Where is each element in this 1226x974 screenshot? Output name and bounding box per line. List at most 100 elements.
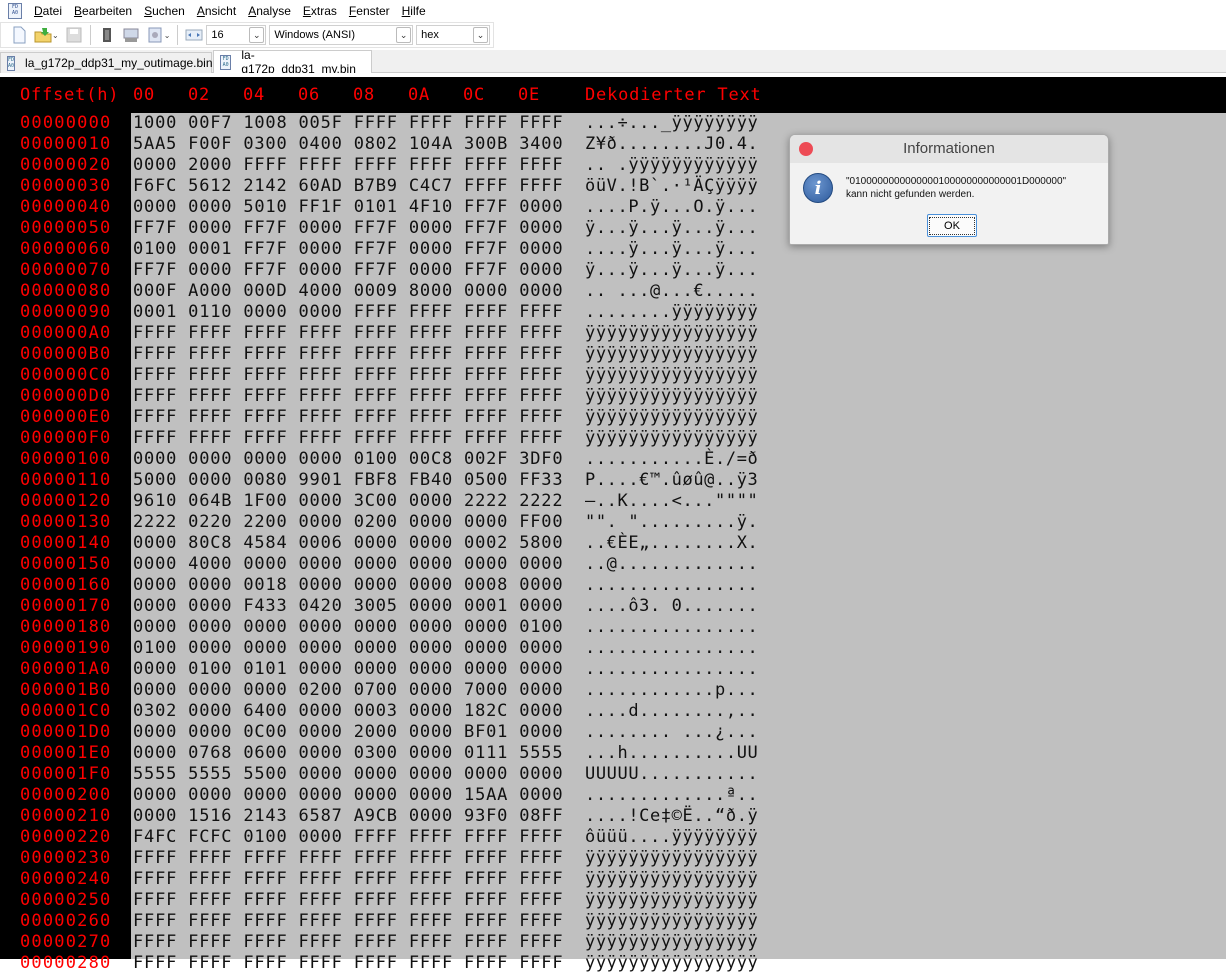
row-hex-bytes[interactable]: FFFF FFFF FFFF FFFF FFFF FFFF FFFF FFFF bbox=[133, 386, 563, 407]
row-hex-bytes[interactable]: F6FC 5612 2142 60AD B7B9 C4C7 FFFF FFFF bbox=[133, 176, 563, 197]
row-decoded-text[interactable]: ...........È./=ð bbox=[585, 449, 758, 470]
row-decoded-text[interactable]: UUUUU........... bbox=[585, 764, 758, 785]
row-hex-bytes[interactable]: 1000 00F7 1008 005F FFFF FFFF FFFF FFFF bbox=[133, 113, 563, 134]
row-decoded-text[interactable]: ..@............. bbox=[585, 554, 758, 575]
row-decoded-text[interactable]: ....ô3. 0....... bbox=[585, 596, 758, 617]
row-decoded-text[interactable]: ........ÿÿÿÿÿÿÿÿ bbox=[585, 302, 758, 323]
row-decoded-text[interactable]: ÿ...ÿ...ÿ...ÿ... bbox=[585, 218, 758, 239]
chevron-down-icon[interactable]: ⌄ bbox=[249, 27, 265, 43]
row-decoded-text[interactable]: ...÷..._ÿÿÿÿÿÿÿÿ bbox=[585, 113, 758, 134]
row-hex-bytes[interactable]: 0000 80C8 4584 0006 0000 0000 0002 5800 bbox=[133, 533, 563, 554]
row-decoded-text[interactable]: ................ bbox=[585, 617, 758, 638]
row-hex-bytes[interactable]: 0000 0000 F433 0420 3005 0000 0001 0000 bbox=[133, 596, 563, 617]
bytes-per-row-select[interactable]: 16 ⌄ bbox=[206, 25, 267, 45]
row-decoded-text[interactable]: ................ bbox=[585, 659, 758, 680]
row-decoded-text[interactable]: ....!Ce‡©Ë..“ð.ÿ bbox=[585, 806, 758, 827]
row-hex-bytes[interactable]: 9610 064B 1F00 0000 3C00 0000 2222 2222 bbox=[133, 491, 563, 512]
row-decoded-text[interactable]: ........ ...¿... bbox=[585, 722, 758, 743]
tab-my-bin[interactable]: FD A0 la-g172p_ddp31_my.bin bbox=[213, 48, 372, 76]
row-decoded-text[interactable]: ÿÿÿÿÿÿÿÿÿÿÿÿÿÿÿÿ bbox=[585, 848, 758, 869]
row-hex-bytes[interactable]: FFFF FFFF FFFF FFFF FFFF FFFF FFFF FFFF bbox=[133, 911, 563, 932]
row-decoded-text[interactable]: ................ bbox=[585, 638, 758, 659]
menu-analyse[interactable]: Analyse bbox=[242, 4, 297, 18]
chevron-down-icon[interactable]: ⌄ bbox=[52, 31, 59, 40]
row-hex-bytes[interactable]: FF7F 0000 FF7F 0000 FF7F 0000 FF7F 0000 bbox=[133, 218, 563, 239]
chevron-down-icon[interactable]: ⌄ bbox=[164, 31, 171, 40]
row-hex-bytes[interactable]: FFFF FFFF FFFF FFFF FFFF FFFF FFFF FFFF bbox=[133, 869, 563, 890]
row-decoded-text[interactable]: .. ...@...€..... bbox=[585, 281, 758, 302]
open-folder-icon[interactable] bbox=[34, 26, 52, 44]
close-button[interactable] bbox=[799, 142, 813, 156]
row-decoded-text[interactable]: ÿÿÿÿÿÿÿÿÿÿÿÿÿÿÿÿ bbox=[585, 953, 758, 974]
row-decoded-text[interactable]: ....P.ÿ...O.ÿ... bbox=[585, 197, 758, 218]
row-decoded-text[interactable]: Z¥ð........J0.4. bbox=[585, 134, 758, 155]
row-hex-bytes[interactable]: 0000 0000 0018 0000 0000 0000 0008 0000 bbox=[133, 575, 563, 596]
row-hex-bytes[interactable]: 000F A000 000D 4000 0009 8000 0000 0000 bbox=[133, 281, 563, 302]
row-hex-bytes[interactable]: 0000 0000 0000 0000 0000 0000 15AA 0000 bbox=[133, 785, 563, 806]
menu-fenster[interactable]: Fenster bbox=[343, 4, 396, 18]
row-hex-bytes[interactable]: 0000 0100 0101 0000 0000 0000 0000 0000 bbox=[133, 659, 563, 680]
row-decoded-text[interactable]: "". ".........ÿ. bbox=[585, 512, 758, 533]
row-decoded-text[interactable]: ÿÿÿÿÿÿÿÿÿÿÿÿÿÿÿÿ bbox=[585, 407, 758, 428]
row-hex-bytes[interactable]: FFFF FFFF FFFF FFFF FFFF FFFF FFFF FFFF bbox=[133, 953, 563, 974]
chevron-down-icon[interactable]: ⌄ bbox=[473, 27, 488, 43]
row-hex-bytes[interactable]: 0000 2000 FFFF FFFF FFFF FFFF FFFF FFFF bbox=[133, 155, 563, 176]
row-hex-bytes[interactable]: 0000 0000 0C00 0000 2000 0000 BF01 0000 bbox=[133, 722, 563, 743]
row-hex-bytes[interactable]: 0001 0110 0000 0000 FFFF FFFF FFFF FFFF bbox=[133, 302, 563, 323]
row-decoded-text[interactable]: ÿÿÿÿÿÿÿÿÿÿÿÿÿÿÿÿ bbox=[585, 344, 758, 365]
menu-hilfe[interactable]: Hilfe bbox=[396, 4, 432, 18]
row-decoded-text[interactable]: .. .ÿÿÿÿÿÿÿÿÿÿÿÿ bbox=[585, 155, 758, 176]
ok-button[interactable]: OK bbox=[927, 214, 977, 237]
menu-datei[interactable]: Datei bbox=[28, 4, 68, 18]
row-hex-bytes[interactable]: FFFF FFFF FFFF FFFF FFFF FFFF FFFF FFFF bbox=[133, 407, 563, 428]
row-decoded-text[interactable]: ÿÿÿÿÿÿÿÿÿÿÿÿÿÿÿÿ bbox=[585, 365, 758, 386]
row-hex-bytes[interactable]: 0000 0000 0000 0200 0700 0000 7000 0000 bbox=[133, 680, 563, 701]
row-decoded-text[interactable]: ÿÿÿÿÿÿÿÿÿÿÿÿÿÿÿÿ bbox=[585, 386, 758, 407]
row-hex-bytes[interactable]: FFFF FFFF FFFF FFFF FFFF FFFF FFFF FFFF bbox=[133, 365, 563, 386]
row-hex-bytes[interactable]: 5000 0000 0080 9901 FBF8 FB40 0500 FF33 bbox=[133, 470, 563, 491]
row-hex-bytes[interactable]: FFFF FFFF FFFF FFFF FFFF FFFF FFFF FFFF bbox=[133, 344, 563, 365]
row-decoded-text[interactable]: ..€ÈE„........X. bbox=[585, 533, 758, 554]
row-decoded-text[interactable]: ÿÿÿÿÿÿÿÿÿÿÿÿÿÿÿÿ bbox=[585, 911, 758, 932]
charset-select[interactable]: Windows (ANSI) ⌄ bbox=[269, 25, 414, 45]
menu-ansicht[interactable]: Ansicht bbox=[191, 4, 242, 18]
row-decoded-text[interactable]: ÿÿÿÿÿÿÿÿÿÿÿÿÿÿÿÿ bbox=[585, 323, 758, 344]
row-decoded-text[interactable]: ÿÿÿÿÿÿÿÿÿÿÿÿÿÿÿÿ bbox=[585, 428, 758, 449]
row-hex-bytes[interactable]: FFFF FFFF FFFF FFFF FFFF FFFF FFFF FFFF bbox=[133, 890, 563, 911]
row-decoded-text[interactable]: öüV.!B`.·¹ÄÇÿÿÿÿ bbox=[585, 176, 758, 197]
row-decoded-text[interactable]: ÿÿÿÿÿÿÿÿÿÿÿÿÿÿÿÿ bbox=[585, 869, 758, 890]
row-hex-bytes[interactable]: FFFF FFFF FFFF FFFF FFFF FFFF FFFF FFFF bbox=[133, 848, 563, 869]
row-decoded-text[interactable]: ....ÿ...ÿ...ÿ... bbox=[585, 239, 758, 260]
row-decoded-text[interactable]: ÿÿÿÿÿÿÿÿÿÿÿÿÿÿÿÿ bbox=[585, 890, 758, 911]
row-hex-bytes[interactable]: 0000 0000 0000 0000 0000 0000 0000 0100 bbox=[133, 617, 563, 638]
save-icon[interactable] bbox=[65, 26, 83, 44]
row-hex-bytes[interactable]: 0000 0000 0000 0000 0100 00C8 002F 3DF0 bbox=[133, 449, 563, 470]
row-hex-bytes[interactable]: F4FC FCFC 0100 0000 FFFF FFFF FFFF FFFF bbox=[133, 827, 563, 848]
row-hex-bytes[interactable]: 0302 0000 6400 0000 0003 0000 182C 0000 bbox=[133, 701, 563, 722]
row-hex-bytes[interactable]: 2222 0220 2200 0000 0200 0000 0000 FF00 bbox=[133, 512, 563, 533]
row-hex-bytes[interactable]: 0100 0001 FF7F 0000 FF7F 0000 FF7F 0000 bbox=[133, 239, 563, 260]
row-hex-bytes[interactable]: 5AA5 F00F 0300 0400 0802 104A 300B 3400 bbox=[133, 134, 563, 155]
new-file-icon[interactable] bbox=[10, 26, 28, 44]
row-hex-bytes[interactable]: 0100 0000 0000 0000 0000 0000 0000 0000 bbox=[133, 638, 563, 659]
row-hex-bytes[interactable]: 0000 1516 2143 6587 A9CB 0000 93F0 08FF bbox=[133, 806, 563, 827]
row-decoded-text[interactable]: ................ bbox=[585, 575, 758, 596]
row-hex-bytes[interactable]: 5555 5555 5500 0000 0000 0000 0000 0000 bbox=[133, 764, 563, 785]
row-decoded-text[interactable]: ôüüü....ÿÿÿÿÿÿÿÿ bbox=[585, 827, 758, 848]
ram-icon[interactable] bbox=[98, 26, 116, 44]
row-hex-bytes[interactable]: 0000 4000 0000 0000 0000 0000 0000 0000 bbox=[133, 554, 563, 575]
row-decoded-text[interactable]: ............p... bbox=[585, 680, 758, 701]
disk-icon[interactable] bbox=[122, 26, 140, 44]
offset-base-select[interactable]: hex ⌄ bbox=[416, 25, 490, 45]
row-decoded-text[interactable]: –..K....<..."""" bbox=[585, 491, 758, 512]
row-decoded-text[interactable]: P....€™.ûøû@..ÿ3 bbox=[585, 470, 758, 491]
row-hex-bytes[interactable]: FFFF FFFF FFFF FFFF FFFF FFFF FFFF FFFF bbox=[133, 932, 563, 953]
menu-extras[interactable]: Extras bbox=[297, 4, 343, 18]
row-hex-bytes[interactable]: FFFF FFFF FFFF FFFF FFFF FFFF FFFF FFFF bbox=[133, 428, 563, 449]
row-decoded-text[interactable]: ÿÿÿÿÿÿÿÿÿÿÿÿÿÿÿÿ bbox=[585, 932, 758, 953]
row-decoded-text[interactable]: ....d........,.. bbox=[585, 701, 758, 722]
chevron-down-icon[interactable]: ⌄ bbox=[396, 27, 412, 43]
process-icon[interactable] bbox=[146, 26, 164, 44]
row-decoded-text[interactable]: ...h..........UU bbox=[585, 743, 758, 764]
menu-bearbeiten[interactable]: Bearbeiten bbox=[68, 4, 138, 18]
